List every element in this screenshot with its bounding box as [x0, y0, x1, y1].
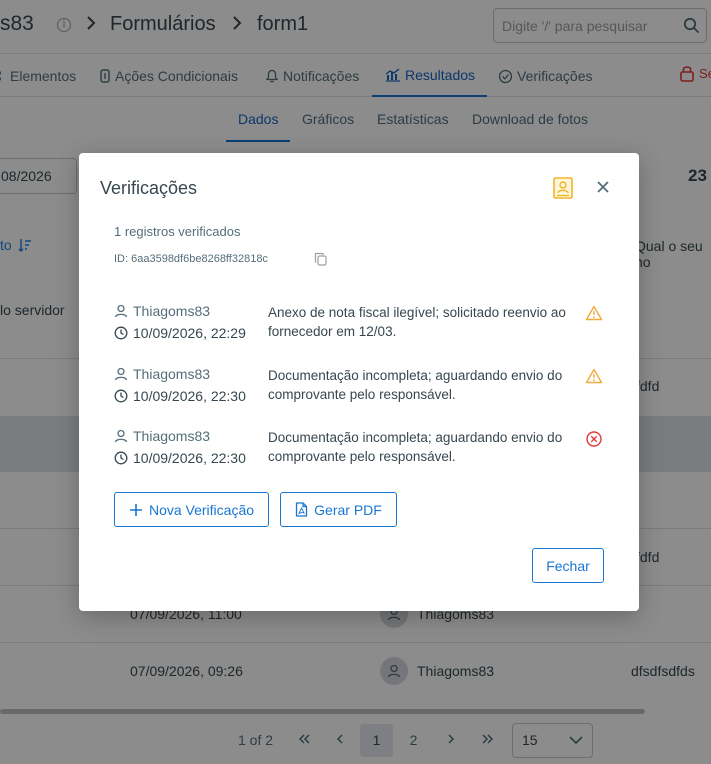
verification-entry: Thiagoms83 10/09/2026, 22:30 Documentaçã…	[114, 428, 614, 472]
user-icon	[114, 304, 128, 318]
user-icon	[114, 367, 128, 381]
entry-user-name: Thiagoms83	[133, 303, 211, 319]
verified-count: 1 registros verificados	[114, 224, 241, 239]
warning-icon	[585, 368, 603, 384]
entry-time: 10/09/2026, 22:30	[114, 388, 246, 404]
record-id: ID: 6aa3598df6be8268ff32818c	[114, 253, 268, 265]
error-circle-icon	[586, 431, 602, 447]
entry-comment: Anexo de nota fiscal ilegível; solicitad…	[268, 305, 566, 339]
entry-time: 10/09/2026, 22:30	[114, 450, 246, 466]
entry-user: Thiagoms83	[114, 366, 210, 382]
close-icon[interactable]	[595, 179, 611, 195]
verification-entry: Thiagoms83 10/09/2026, 22:29 Anexo de no…	[114, 303, 614, 347]
dialog-title: Verificações	[100, 178, 198, 198]
entry-user-name: Thiagoms83	[133, 366, 211, 382]
verifications-dialog: Verificações 1 registros verificados ID:…	[79, 153, 639, 611]
clock-icon	[114, 326, 128, 340]
entry-user-name: Thiagoms83	[133, 428, 211, 444]
entry-timestamp: 10/09/2026, 22:30	[133, 450, 246, 466]
clock-icon	[114, 451, 128, 465]
entry-time: 10/09/2026, 22:29	[114, 325, 246, 341]
entry-comment: Documentação incompleta; aguardando envi…	[268, 430, 563, 464]
plus-icon	[129, 503, 142, 516]
button-label: Gerar PDF	[314, 501, 382, 518]
entry-user: Thiagoms83	[114, 428, 210, 444]
close-button[interactable]: Fechar	[532, 548, 604, 583]
entry-timestamp: 10/09/2026, 22:30	[133, 388, 246, 404]
verification-entry: Thiagoms83 10/09/2026, 22:30 Documentaçã…	[114, 366, 614, 410]
clock-icon	[114, 389, 128, 403]
entry-comment: Documentação incompleta; aguardando envi…	[268, 368, 563, 402]
entry-user: Thiagoms83	[114, 303, 210, 319]
generate-pdf-button[interactable]: Gerar PDF	[280, 492, 397, 527]
button-label: Nova Verificação	[148, 501, 255, 518]
warning-icon	[585, 305, 603, 321]
entry-timestamp: 10/09/2026, 22:29	[133, 325, 246, 341]
user-icon	[114, 429, 128, 443]
pdf-file-icon	[296, 502, 308, 517]
button-label: Fechar	[546, 557, 590, 574]
new-verification-button[interactable]: Nova Verificação	[114, 492, 269, 527]
copy-icon[interactable]	[314, 252, 327, 266]
contact-card-icon[interactable]	[553, 177, 573, 199]
